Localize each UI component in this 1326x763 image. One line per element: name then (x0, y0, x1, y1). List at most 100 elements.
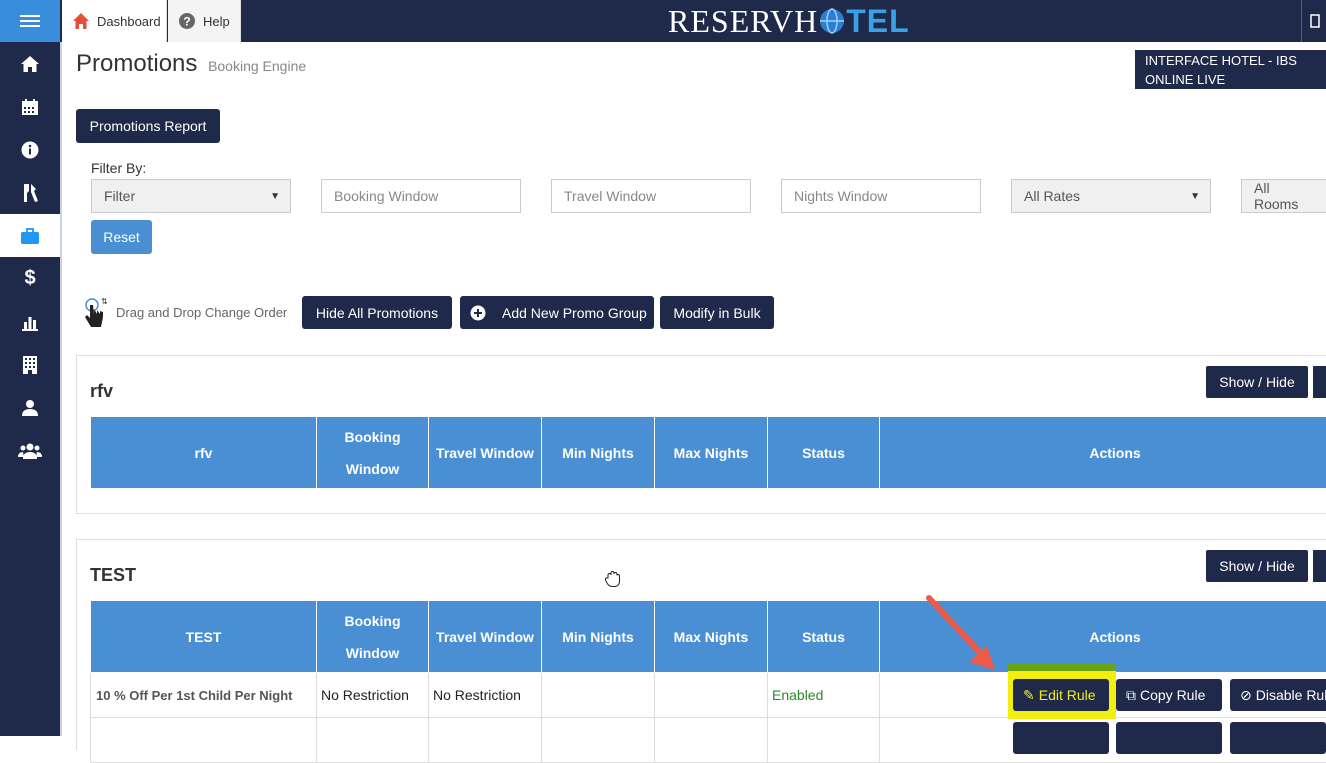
table-cell (655, 718, 768, 763)
table-cell (91, 718, 317, 763)
col-header: Min Nights (542, 601, 655, 673)
nights-window-input[interactable]: Nights Window (781, 179, 981, 213)
svg-text:⇅: ⇅ (101, 297, 108, 306)
col-header: Status (768, 417, 880, 489)
menu-toggle-button[interactable] (0, 0, 60, 42)
logo-text-1: RESERVH (668, 3, 818, 40)
col-header: Min Nights (542, 417, 655, 489)
sidebar-item-user[interactable] (0, 386, 60, 429)
sidebar-item-calendar[interactable] (0, 85, 60, 128)
drag-hand-icon: ⇅ (82, 296, 108, 335)
disable-rule-button[interactable] (1230, 722, 1326, 754)
rates-select[interactable]: All Rates ▼ (1011, 179, 1211, 213)
copy-rule-button[interactable] (1116, 722, 1222, 754)
hide-all-promotions-button[interactable]: Hide All Promotions (302, 296, 452, 329)
table-cell (429, 718, 542, 763)
show-hide-button[interactable]: Show / Hide (1206, 366, 1308, 398)
show-hide-label: Show / Hide (1219, 558, 1294, 574)
group-title: TEST (90, 565, 136, 586)
sidebar-item-reports[interactable] (0, 300, 60, 343)
add-promo-group-button[interactable]: Add New Promo Group (460, 296, 654, 329)
tab-help-label: Help (203, 14, 230, 29)
sidebar-item-users[interactable] (0, 429, 60, 472)
copy-icon: ⧉ (1126, 687, 1136, 704)
grab-cursor-icon (604, 570, 622, 593)
brand-logo: RESERVH TEL (668, 3, 910, 39)
disable-rule-label: Disable Rule (1256, 687, 1326, 703)
filter-select-value: Filter (104, 188, 135, 204)
travel-window-input[interactable]: Travel Window (551, 179, 751, 213)
sidebar-item-properties[interactable] (0, 343, 60, 386)
filter-label: Filter By: (91, 160, 146, 176)
travel-window-cell: No Restriction (429, 673, 542, 718)
tab-dashboard-label: Dashboard (97, 14, 161, 29)
page-subtitle: Booking Engine (208, 58, 306, 74)
hamburger-icon (20, 12, 40, 30)
col-header: Max Nights (655, 417, 768, 489)
sidebar-item-promotions[interactable] (0, 214, 60, 257)
table-cell (317, 718, 429, 763)
edit-rule-button[interactable]: ✎ Edit Rule (1013, 679, 1109, 711)
chevron-down-icon: ▼ (270, 191, 280, 202)
filter-select[interactable]: Filter ▼ (91, 179, 291, 213)
calendar-icon (21, 98, 39, 116)
copy-rule-button[interactable]: ⧉ Copy Rule (1116, 679, 1222, 711)
group-menu-button[interactable] (1313, 550, 1326, 582)
users-icon (18, 442, 42, 460)
rooms-select[interactable]: All Rooms (1241, 179, 1326, 213)
page-title-text: Promotions (76, 50, 197, 77)
tools-icon (21, 183, 39, 203)
drag-drop-label: Drag and Drop Change Order (116, 305, 287, 320)
sidebar-item-pricing[interactable]: $ (0, 257, 60, 300)
pencil-icon: ✎ (1023, 687, 1035, 704)
disable-rule-button[interactable]: ⊘ Disable Rule (1230, 679, 1326, 711)
hide-all-label: Hide All Promotions (316, 305, 438, 321)
promotions-report-button[interactable]: Promotions Report (76, 109, 220, 143)
topright-menu[interactable] (1301, 0, 1326, 42)
hotel-name: INTERFACE HOTEL - IBS ONLINE LIVE (1145, 53, 1297, 87)
help-icon: ? (178, 12, 196, 30)
sidebar-item-home[interactable] (0, 42, 60, 85)
hotel-selector[interactable]: INTERFACE HOTEL - IBS ONLINE LIVE (1135, 50, 1326, 89)
highlight-top-bar (1008, 664, 1116, 671)
sidebar-item-tools[interactable] (0, 171, 60, 214)
bar-chart-icon (21, 313, 39, 331)
reset-label: Reset (103, 229, 140, 245)
home-icon (20, 54, 40, 74)
promo-group-panel: TEST Show / Hide TEST Booking Window Tra… (76, 539, 1326, 750)
table-cell (542, 718, 655, 763)
status-badge: Enabled (768, 673, 880, 718)
copy-rule-label: Copy Rule (1140, 687, 1205, 703)
group-title: rfv (90, 381, 113, 402)
nights-window-placeholder: Nights Window (794, 188, 887, 204)
show-hide-button[interactable]: Show / Hide (1206, 550, 1308, 582)
col-header: rfv (91, 417, 317, 489)
booking-window-cell: No Restriction (317, 673, 429, 718)
col-header: Actions (880, 417, 1326, 489)
min-nights-cell (542, 673, 655, 718)
col-header: Booking Window (317, 417, 429, 489)
add-group-label: Add New Promo Group (502, 305, 647, 321)
user-icon (21, 399, 39, 417)
booking-window-placeholder: Booking Window (334, 188, 438, 204)
sidebar-item-info[interactable] (0, 128, 60, 171)
booking-window-input[interactable]: Booking Window (321, 179, 521, 213)
promo-name: 10 % Off Per 1st Child Per Night (91, 673, 317, 718)
tab-help[interactable]: ? Help (168, 0, 241, 42)
sidebar: $ (0, 42, 60, 736)
show-hide-label: Show / Hide (1219, 374, 1294, 390)
globe-icon (819, 8, 845, 34)
ban-icon: ⊘ (1240, 687, 1252, 704)
table-header-row: TEST Booking Window Travel Window Min Ni… (91, 601, 1326, 673)
modify-bulk-label: Modify in Bulk (673, 305, 760, 321)
modify-bulk-button[interactable]: Modify in Bulk (660, 296, 774, 329)
table-cell (768, 718, 880, 763)
edit-rule-button[interactable] (1013, 722, 1109, 754)
tab-dashboard[interactable]: Dashboard (62, 0, 167, 42)
building-small-icon (1302, 0, 1326, 42)
dollar-icon: $ (24, 267, 35, 290)
page-title: Promotions Booking Engine (76, 50, 306, 78)
group-menu-button[interactable] (1313, 366, 1326, 398)
col-header: TEST (91, 601, 317, 673)
reset-button[interactable]: Reset (91, 220, 152, 254)
